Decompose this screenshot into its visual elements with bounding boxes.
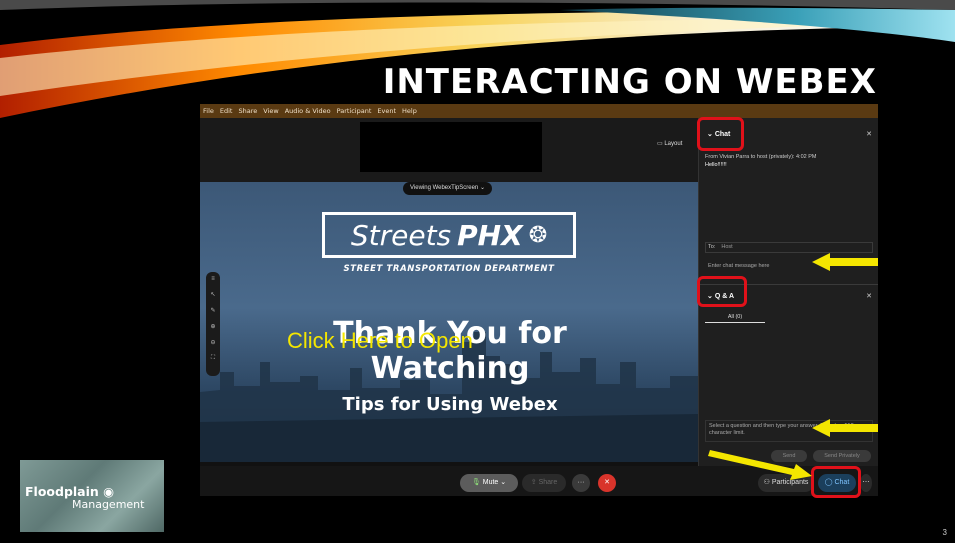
share-icon: ⇪ (530, 479, 539, 486)
logo-word-phx: PHX (457, 218, 523, 252)
annotation-toolbar: ≡ ↖ ✎ ⊕ ⊖ ⛶ (206, 272, 220, 376)
menu-view[interactable]: View (263, 107, 278, 115)
viewing-label: Viewing WebexTipScreen (410, 185, 479, 191)
share-label: Share (538, 479, 558, 486)
phoenix-bird-icon: ❂ (528, 222, 548, 247)
menu-share[interactable]: Share (238, 107, 257, 115)
menu-bar: File Edit Share View Audio & Video Parti… (200, 104, 878, 118)
to-label: To: (708, 244, 716, 250)
streets-phx-logo: Streets PHX ❂ (322, 212, 576, 258)
arrow-icon (708, 450, 812, 480)
microphone-icon: 🎙 (471, 479, 483, 486)
logo-line-2: Management (72, 498, 145, 511)
slide-title: INTERACTING ON WEBEX (382, 62, 877, 102)
layout-button[interactable]: ▭ Layout (657, 140, 682, 147)
arrow-icon (812, 419, 878, 437)
chevron-down-icon: ⌄ (498, 479, 507, 486)
click-here-annotation: Click Here to Open (287, 328, 473, 353)
chevron-down-icon: ⌄ (479, 185, 485, 191)
mute-button[interactable]: 🎙 Mute ⌄ (460, 474, 518, 492)
to-value: Host (721, 244, 733, 250)
pointer-icon[interactable]: ↖ (210, 291, 215, 298)
chat-message-sender: From Vivian Parra to host (privately): 4… (705, 154, 817, 160)
shared-content: Viewing WebexTipScreen ⌄ Streets PHX ❂ S… (200, 182, 698, 462)
logo-line-1: Floodplain ◉ (25, 484, 115, 499)
share-button[interactable]: ⇪ Share (522, 474, 566, 492)
chat-header-highlight (697, 117, 744, 151)
menu-help[interactable]: Help (402, 107, 417, 115)
wave-icon: ◉ (103, 484, 115, 499)
annotate-icon[interactable]: ✎ (210, 307, 215, 314)
page-number: 3 (942, 528, 947, 537)
menu-participant[interactable]: Participant (337, 107, 372, 115)
menu-edit[interactable]: Edit (220, 107, 233, 115)
viewing-indicator[interactable]: Viewing WebexTipScreen ⌄ (403, 182, 492, 195)
qa-tab-all[interactable]: All (0) (705, 314, 765, 323)
leave-meeting-icon[interactable]: ✕ (598, 474, 616, 492)
chat-message-text: Hello!!!!!! (705, 162, 727, 168)
menu-audio-video[interactable]: Audio & Video (285, 107, 331, 115)
send-privately-button[interactable]: Send Privately (813, 450, 871, 462)
more-icon[interactable]: ⋯ (860, 474, 872, 492)
qa-header-highlight (697, 276, 747, 307)
layout-label: Layout (664, 141, 683, 147)
slide-subheading: Tips for Using Webex (342, 394, 558, 415)
zoom-out-icon[interactable]: ⊖ (210, 339, 215, 346)
mute-label: Mute (482, 479, 499, 486)
fullscreen-icon[interactable]: ⛶ (211, 355, 215, 362)
arrow-icon (812, 253, 878, 271)
menu-event[interactable]: Event (377, 107, 396, 115)
logo-word-streets: Streets (350, 218, 452, 252)
webex-window: File Edit Share View Audio & Video Parti… (200, 104, 878, 496)
video-thumbnail[interactable] (360, 122, 542, 172)
zoom-in-icon[interactable]: ⊕ (210, 323, 215, 330)
more-options-icon[interactable]: ··· (572, 474, 590, 492)
grid-icon[interactable]: ≡ (211, 276, 215, 282)
floodplain-management-logo: Floodplain ◉ Management (20, 460, 164, 532)
logo-department: STREET TRANSPORTATION DEPARTMENT (343, 264, 555, 274)
close-icon[interactable]: ✕ (866, 130, 872, 138)
chat-button-highlight (811, 466, 861, 498)
menu-file[interactable]: File (203, 107, 214, 115)
video-strip: ▭ Layout (200, 118, 698, 182)
close-icon[interactable]: ✕ (866, 292, 872, 300)
